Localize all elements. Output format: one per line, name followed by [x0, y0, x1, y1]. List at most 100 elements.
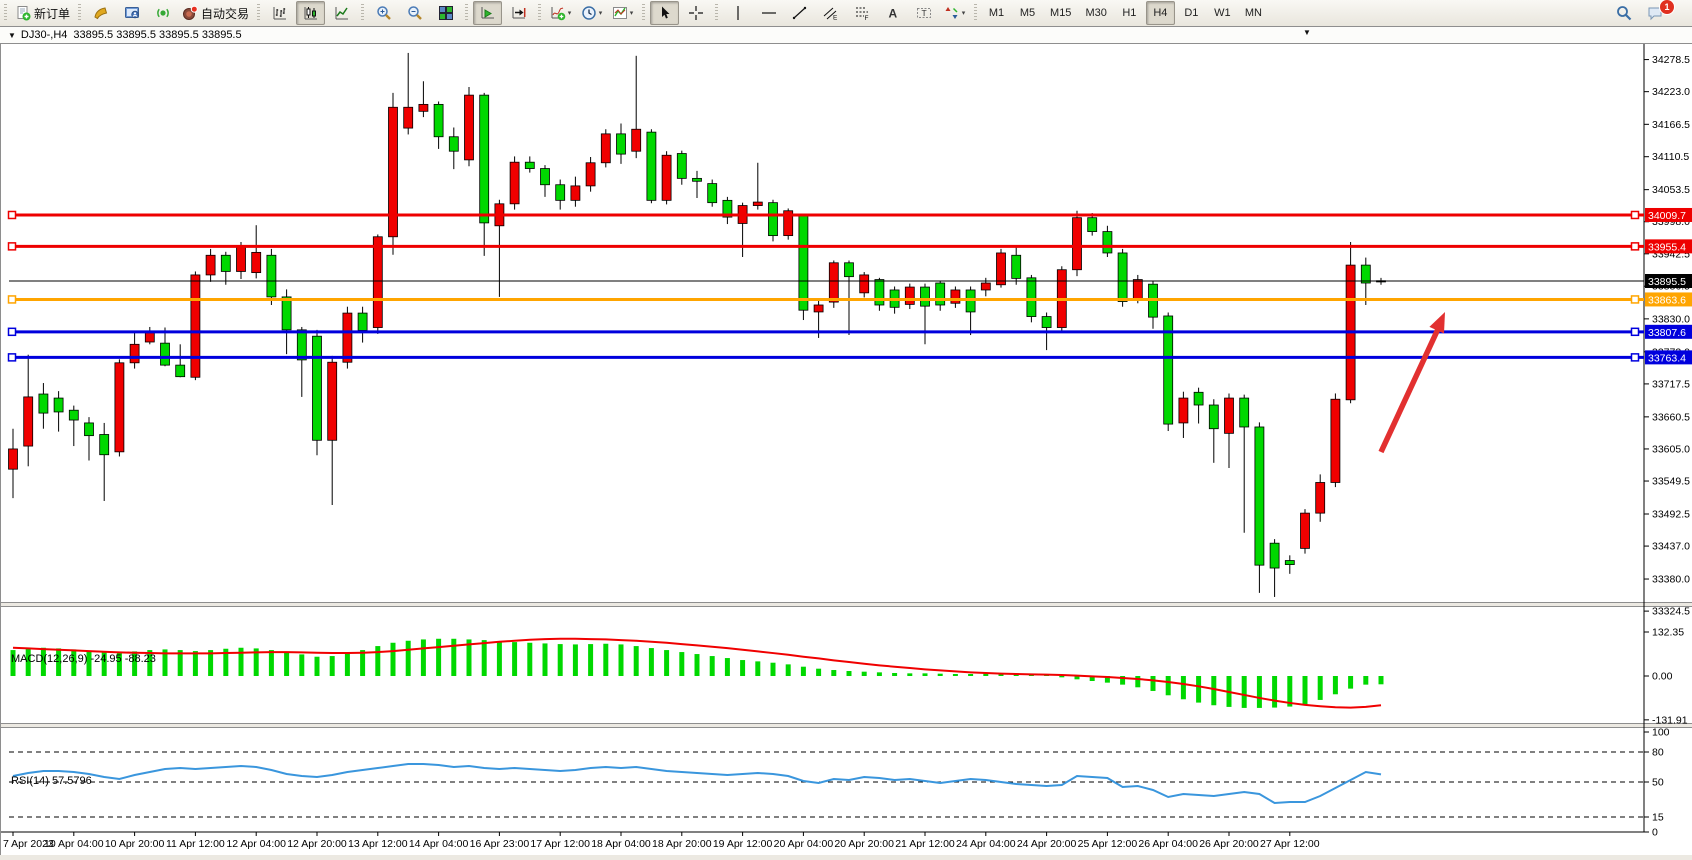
time-label: 13 Apr 12:00 [348, 838, 408, 850]
indicators-button[interactable]: ▾ [546, 1, 575, 25]
search-icon [1616, 5, 1632, 21]
candle-body [799, 216, 808, 310]
auto-scroll-button[interactable] [473, 1, 502, 25]
cursor-button[interactable] [650, 1, 679, 25]
time-label: 12 Apr 04:00 [226, 838, 286, 850]
horizontal-line-button[interactable] [754, 1, 783, 25]
line-handle[interactable] [1632, 211, 1639, 218]
equidistant-channel-button[interactable]: E [816, 1, 845, 25]
signals-button[interactable] [148, 1, 177, 25]
line-handle[interactable] [1632, 296, 1639, 303]
candle-body [419, 104, 428, 111]
candle-body [1073, 218, 1082, 270]
time-label: 10 Apr 20:00 [105, 838, 165, 850]
candle-body [617, 134, 626, 154]
current-price-label-text: 33895.5 [1648, 276, 1686, 288]
chart-header: ▼ DJ30-,H4 33895.5 33895.5 33895.5 33895… [0, 27, 1692, 44]
candle-body [571, 186, 580, 200]
candle-body [845, 263, 854, 277]
timeframe-mn-button[interactable]: MN [1239, 1, 1268, 25]
new-order-button[interactable]: 新订单 [12, 1, 73, 25]
timeframe-m1-button[interactable]: M1 [982, 1, 1011, 25]
price-tick-label: 34223.0 [1652, 86, 1690, 98]
profiles-button[interactable] [117, 1, 146, 25]
symbol-dropdown-icon[interactable]: ▼ [8, 31, 16, 40]
time-label: 16 Apr 23:00 [470, 838, 530, 850]
arrows-button[interactable]: ▾ [940, 1, 969, 25]
neworder-icon [15, 5, 31, 21]
periods-button[interactable]: ▾ [577, 1, 606, 25]
templates-button[interactable]: ▾ [608, 1, 637, 25]
chevron-down-icon[interactable]: ▾ [568, 9, 572, 17]
timeframe-h4-button[interactable]: H4 [1146, 1, 1175, 25]
vertical-line-button[interactable] [723, 1, 752, 25]
tile-windows-button[interactable] [431, 1, 460, 25]
zoom-out-button[interactable] [400, 1, 429, 25]
search-button[interactable] [1609, 1, 1638, 25]
rsi-scale-label: 50 [1652, 777, 1664, 789]
community-button[interactable]: 1 [1640, 1, 1669, 25]
trendline-icon [792, 5, 808, 21]
pane-splitter[interactable] [1, 603, 1692, 607]
timeframe-m15-button[interactable]: M15 [1044, 1, 1077, 25]
candle-body [449, 137, 458, 151]
price-tick-label: 34110.5 [1652, 151, 1689, 163]
chart-shift-button[interactable] [504, 1, 533, 25]
line-handle[interactable] [1632, 328, 1639, 335]
time-label: 24 Apr 04:00 [956, 838, 1016, 850]
fibonacci-button[interactable]: F [847, 1, 876, 25]
line-handle[interactable] [9, 296, 16, 303]
chevron-down-icon[interactable]: ▾ [962, 9, 966, 17]
chart-canvas[interactable]: 34278.534223.034166.534110.534053.533998… [1, 43, 1692, 855]
rsi-indicator-label: RSI(14) 57.5796 [11, 775, 92, 787]
time-label: 20 Apr 20:00 [834, 838, 894, 850]
candle-body [252, 252, 261, 272]
candle-body [85, 423, 94, 436]
line-chart-button[interactable] [327, 1, 356, 25]
time-label: 24 Apr 20:00 [1017, 838, 1077, 850]
price-tick-label: 34053.5 [1652, 184, 1690, 196]
candle-body [556, 185, 565, 201]
line-handle[interactable] [9, 211, 16, 218]
line-handle[interactable] [1632, 354, 1639, 361]
text-icon: A [885, 5, 901, 21]
price-tick-label: 33660.5 [1652, 411, 1690, 423]
candle-body [1012, 255, 1021, 278]
candle-body [24, 397, 33, 446]
toolbar: 新订单 自动交易 ▾ ▾ ▾ EFAT ▾ M1M5M15M30H1H4D1W1MN 1 [0, 0, 1692, 27]
timeframe-m30-button[interactable]: M30 [1079, 1, 1112, 25]
text-label-button[interactable]: T [909, 1, 938, 25]
candle-body [1027, 278, 1036, 317]
cursor-icon [657, 5, 673, 21]
price-tick-label: 34166.5 [1652, 119, 1690, 131]
timeframe-h1-button[interactable]: H1 [1115, 1, 1144, 25]
line-handle[interactable] [1632, 243, 1639, 250]
trendline-button[interactable] [785, 1, 814, 25]
chart-shift-marker[interactable]: ▼ [1303, 28, 1311, 37]
hline-price-label-text: 34009.7 [1648, 210, 1686, 222]
autotrade-button[interactable]: 自动交易 [179, 1, 252, 25]
candle-body [115, 363, 124, 452]
pane-splitter[interactable] [1, 724, 1692, 728]
crosshair-button[interactable] [681, 1, 710, 25]
line-handle[interactable] [9, 243, 16, 250]
chevron-down-icon[interactable]: ▾ [630, 9, 634, 17]
timeframe-m5-button[interactable]: M5 [1013, 1, 1042, 25]
bar-chart-button[interactable] [265, 1, 294, 25]
hline-price-label-text: 33807.6 [1648, 327, 1686, 339]
text-button[interactable]: A [878, 1, 907, 25]
profile-icon [124, 5, 140, 21]
autotrade-icon [182, 5, 198, 21]
candle-body [297, 330, 306, 360]
zoom-in-button[interactable] [369, 1, 398, 25]
rsi-scale-label: 0 [1652, 827, 1658, 839]
timeframe-d1-button[interactable]: D1 [1177, 1, 1206, 25]
candle-body [936, 283, 945, 305]
toolbar-grip [974, 4, 977, 22]
candlestick-chart-button[interactable] [296, 1, 325, 25]
chevron-down-icon[interactable]: ▾ [599, 9, 603, 17]
line-handle[interactable] [9, 354, 16, 361]
alerts-button[interactable] [86, 1, 115, 25]
timeframe-w1-button[interactable]: W1 [1208, 1, 1237, 25]
line-handle[interactable] [9, 328, 16, 335]
